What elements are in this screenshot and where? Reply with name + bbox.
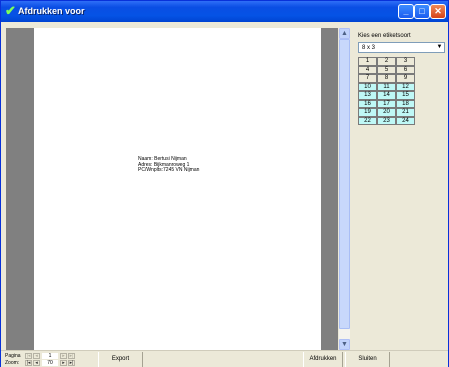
label-cell[interactable]: 5 <box>377 65 396 74</box>
scroll-down-icon[interactable]: ▼ <box>339 339 350 350</box>
label-cell[interactable]: 2 <box>377 57 396 66</box>
label-cell[interactable]: 9 <box>396 74 415 83</box>
label-cell[interactable]: 12 <box>396 82 415 91</box>
preview-page: Naam: Bertusi Nijman Adres: Bijkmanroweg… <box>34 28 321 350</box>
address-line-postcode: PC/Wnplts:7245 VN Nijman <box>138 167 200 173</box>
print-button[interactable]: Afdrukken <box>303 352 343 367</box>
zoom-last-button[interactable]: ▸| <box>68 360 75 366</box>
label-cell[interactable]: 7 <box>358 74 377 83</box>
zoom-value-field[interactable]: 70 <box>42 360 58 366</box>
label-type-caption: Kies een etiketsoort <box>358 33 411 39</box>
label-cell[interactable]: 11 <box>377 82 396 91</box>
label-cell[interactable]: 8 <box>377 74 396 83</box>
zoom-out-button[interactable]: ◂ <box>33 360 40 366</box>
label-cell[interactable]: 17 <box>377 99 396 108</box>
label-cell[interactable]: 1 <box>358 57 377 66</box>
label-type-panel: Kies een etiketsoort 8 x 3 ▼ 1 2 3 4 5 6 7 8 9 10… <box>352 28 448 350</box>
label-cell[interactable]: 4 <box>358 65 377 74</box>
label-cell[interactable]: 14 <box>377 91 396 100</box>
label-cell[interactable]: 15 <box>396 91 415 100</box>
label-cell[interactable]: 16 <box>358 99 377 108</box>
chevron-down-icon[interactable]: ▼ <box>435 43 444 52</box>
label-cell[interactable]: 10 <box>358 82 377 91</box>
print-preview-window: ✔ Afdrukken voor _ □ ✕ Naam: Bertusi Nij… <box>0 0 449 367</box>
address-label: Naam: Bertusi Nijman Adres: Bijkmanroweg… <box>138 156 200 174</box>
export-button[interactable]: Export <box>98 352 143 367</box>
label-cell[interactable]: 18 <box>396 99 415 108</box>
label-cell[interactable]: 19 <box>358 108 377 117</box>
page-number-field[interactable]: 1 <box>42 353 58 359</box>
window-title: Afdrukken voor <box>18 6 85 16</box>
label-cell[interactable]: 6 <box>396 65 415 74</box>
bottom-toolbar: Pagina Zoom: |◂ ◂ 1 ▸ ▸| |◂ ◂ 70 ▸ ▸| Ex… <box>1 350 448 367</box>
checkmark-icon: ✔ <box>5 3 16 18</box>
label-cell[interactable]: 13 <box>358 91 377 100</box>
label-cell[interactable]: 24 <box>396 116 415 125</box>
label-type-value: 8 x 3 <box>362 45 376 51</box>
label-cell[interactable]: 23 <box>377 116 396 125</box>
label-cell[interactable]: 21 <box>396 108 415 117</box>
page-next-button[interactable]: ▸ <box>60 353 67 359</box>
close-button[interactable]: ✕ <box>430 4 446 19</box>
minimize-button[interactable]: _ <box>398 4 414 19</box>
zoom-label: Zoom: <box>5 360 20 366</box>
maximize-button[interactable]: □ <box>414 4 430 19</box>
vertical-scrollbar[interactable]: ▲ ▼ <box>339 28 350 350</box>
label-cell[interactable]: 20 <box>377 108 396 117</box>
page-last-button[interactable]: ▸| <box>68 353 75 359</box>
page-first-button[interactable]: |◂ <box>25 353 32 359</box>
label-type-select[interactable]: 8 x 3 ▼ <box>358 42 445 53</box>
page-prev-button[interactable]: ◂ <box>33 353 40 359</box>
scroll-up-icon[interactable]: ▲ <box>339 28 350 39</box>
preview-area: Naam: Bertusi Nijman Adres: Bijkmanroweg… <box>6 28 338 350</box>
label-cell[interactable]: 3 <box>396 57 415 66</box>
label-cell[interactable]: 22 <box>358 116 377 125</box>
pagina-label: Pagina <box>5 353 21 359</box>
title-bar[interactable]: ✔ Afdrukken voor _ □ ✕ <box>1 1 448 22</box>
scroll-thumb[interactable] <box>339 39 350 329</box>
zoom-in-button[interactable]: ▸ <box>60 360 67 366</box>
zoom-first-button[interactable]: |◂ <box>25 360 32 366</box>
close-preview-button[interactable]: Sluiten <box>345 352 390 367</box>
